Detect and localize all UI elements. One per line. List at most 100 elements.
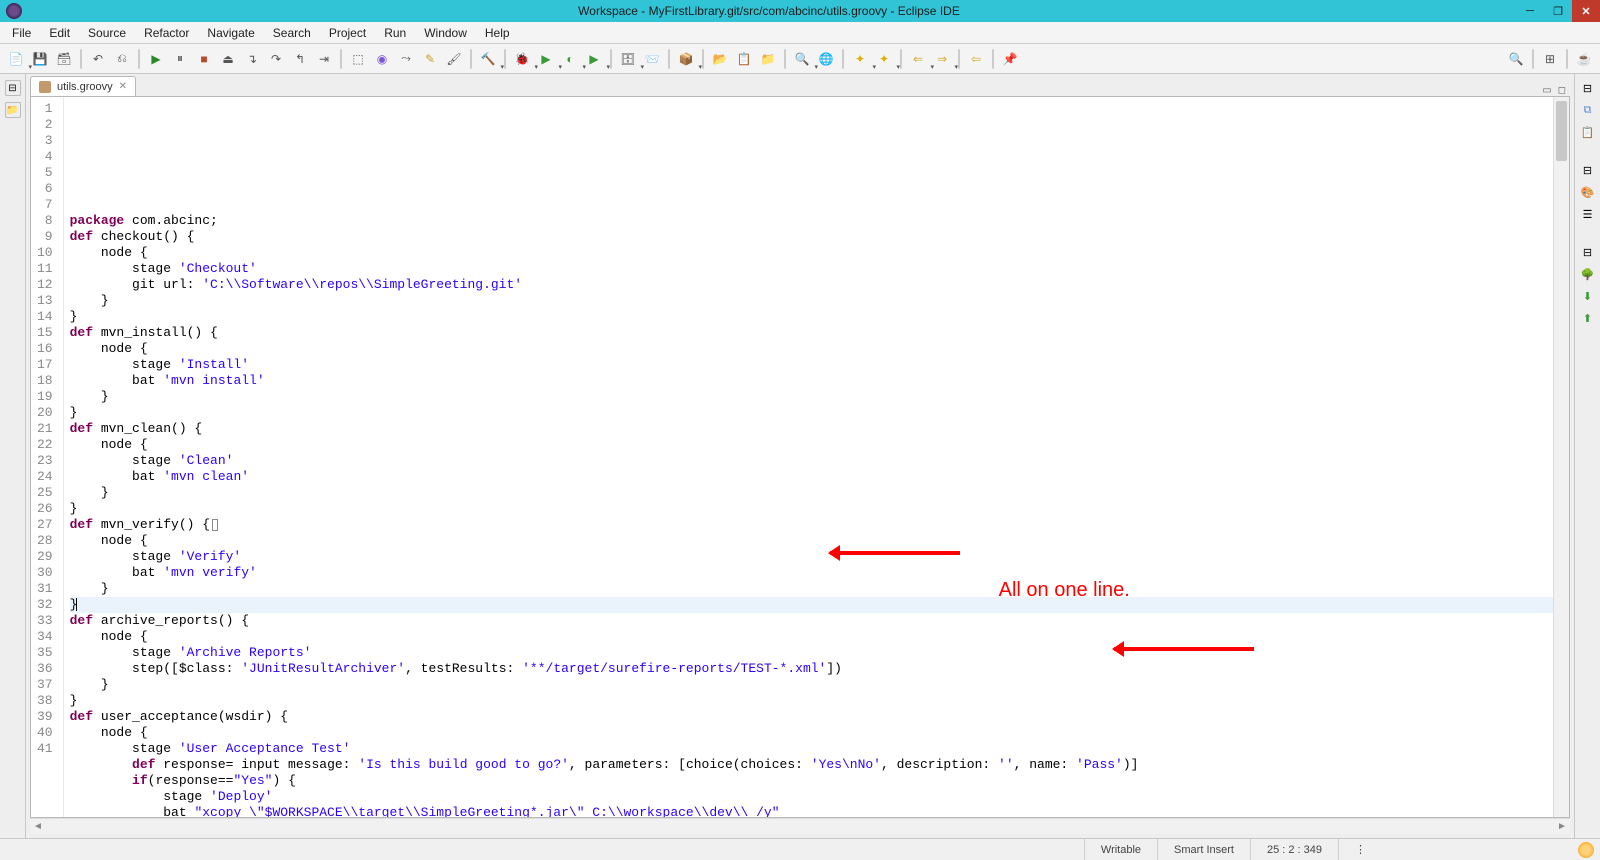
code-line[interactable]: } [70, 581, 1553, 597]
restore-view-icon[interactable]: ⊟ [1580, 244, 1596, 260]
menu-search[interactable]: Search [265, 24, 319, 42]
scroll-right-icon[interactable]: ► [1554, 821, 1570, 832]
task-list-icon[interactable]: 📋 [1580, 124, 1596, 140]
outline-icon[interactable]: ⧉ [1580, 102, 1596, 118]
code-line[interactable]: stage 'Archive Reports' [70, 645, 1553, 661]
maximize-button[interactable] [1544, 0, 1572, 22]
code-line[interactable]: } [70, 405, 1553, 421]
restore-view-icon[interactable]: ⊟ [1580, 162, 1596, 178]
code-line[interactable]: node { [70, 437, 1553, 453]
code-line[interactable]: stage 'User Acceptance Test' [70, 741, 1553, 757]
git-staging-icon[interactable]: ⬇ [1580, 288, 1596, 304]
open-resource-icon[interactable]: 📁 [758, 49, 778, 69]
open-type-icon[interactable]: 📂 [710, 49, 730, 69]
code-line[interactable]: } [70, 485, 1553, 501]
code-content[interactable]: package com.abcinc;def checkout() { node… [64, 97, 1553, 817]
skip-breakpoints-icon[interactable]: ⤳ [396, 49, 416, 69]
code-line[interactable]: stage 'Deploy' [70, 789, 1553, 805]
quick-access-icon[interactable]: 🔍 [1506, 49, 1526, 69]
web-icon[interactable]: 🌐 [816, 49, 836, 69]
breakpoint-icon[interactable]: ◉ [372, 49, 392, 69]
code-line[interactable]: node { [70, 245, 1553, 261]
code-line[interactable]: if(response=="Yes") { [70, 773, 1553, 789]
back-icon[interactable]: ⇐▾ [908, 49, 928, 69]
code-line[interactable]: } [70, 293, 1553, 309]
vertical-scrollbar[interactable] [1553, 97, 1569, 817]
next-annotation-icon[interactable]: ✦▾ [874, 49, 894, 69]
code-line[interactable]: def mvn_clean() { [70, 421, 1553, 437]
tip-of-day-icon[interactable] [1578, 842, 1594, 858]
code-line[interactable]: node { [70, 341, 1553, 357]
code-line[interactable]: stage 'Install' [70, 357, 1553, 373]
code-line[interactable]: bat 'mvn install' [70, 373, 1553, 389]
debug-icon[interactable]: 🐞▾ [512, 49, 532, 69]
debug-resume-icon[interactable]: ▶ [146, 49, 166, 69]
code-line[interactable]: git url: 'C:\\Software\\repos\\SimpleGre… [70, 277, 1553, 293]
new-icon[interactable]: 📄▾ [6, 49, 26, 69]
redo-icon[interactable]: ⎌ [112, 49, 132, 69]
coverage-icon[interactable]: ◐▾ [560, 49, 580, 69]
instruction-pointer-icon[interactable]: ⬚ [348, 49, 368, 69]
close-tab-icon[interactable]: ✕ [119, 81, 127, 92]
toggle-mark-icon[interactable]: ✦▾ [850, 49, 870, 69]
debug-stop-icon[interactable]: ■ [194, 49, 214, 69]
code-line[interactable]: bat 'mvn verify' [70, 565, 1553, 581]
code-line[interactable]: } [70, 693, 1553, 709]
step-into-icon[interactable]: ↴ [242, 49, 262, 69]
code-line[interactable]: def response= input message: 'Is this bu… [70, 757, 1553, 773]
code-line[interactable]: } [70, 597, 1553, 613]
close-button[interactable] [1572, 0, 1600, 22]
menu-window[interactable]: Window [416, 24, 475, 42]
minimize-button[interactable] [1516, 0, 1544, 22]
code-line[interactable]: } [70, 501, 1553, 517]
code-line[interactable]: def checkout() { [70, 229, 1553, 245]
code-line[interactable]: stage 'Clean' [70, 453, 1553, 469]
code-line[interactable]: bat "xcopy \"$WORKSPACE\\target\\SimpleG… [70, 805, 1553, 817]
scrollbar-thumb[interactable] [1556, 101, 1567, 161]
hierarchy-icon[interactable]: 🌳 [1580, 266, 1596, 282]
scroll-left-icon[interactable]: ◄ [30, 821, 46, 832]
dashboard-icon[interactable]: ⬆ [1580, 310, 1596, 326]
external-tools-icon[interactable]: ▶▾ [584, 49, 604, 69]
code-line[interactable]: stage 'Verify' [70, 549, 1553, 565]
menu-navigate[interactable]: Navigate [199, 24, 262, 42]
java-perspective-icon[interactable]: ☕ [1574, 49, 1594, 69]
palette-icon[interactable]: 🎨 [1580, 184, 1596, 200]
menu-project[interactable]: Project [321, 24, 374, 42]
wand-icon[interactable]: ✎ [420, 49, 440, 69]
new-package-icon[interactable]: 📦▾ [676, 49, 696, 69]
save-icon[interactable]: 💾 [30, 49, 50, 69]
undo-icon[interactable]: ↶ [88, 49, 108, 69]
paint-icon[interactable]: 🖌 [444, 49, 464, 69]
deploy-icon[interactable]: 📨 [642, 49, 662, 69]
minimize-editor-icon[interactable]: ▭ [1542, 85, 1551, 96]
code-line[interactable]: def archive_reports() { [70, 613, 1553, 629]
code-line[interactable]: } [70, 309, 1553, 325]
last-edit-icon[interactable]: ⇦ [966, 49, 986, 69]
menu-edit[interactable]: Edit [41, 24, 78, 42]
drop-to-frame-icon[interactable]: ⇥ [314, 49, 334, 69]
package-explorer-icon[interactable]: 📁 [5, 102, 21, 118]
save-all-icon[interactable]: 🗃 [54, 49, 74, 69]
menu-source[interactable]: Source [80, 24, 134, 42]
code-line[interactable]: def mvn_install() { [70, 325, 1553, 341]
properties-icon[interactable]: ☰ [1580, 206, 1596, 222]
menu-file[interactable]: File [4, 24, 39, 42]
restore-view-icon[interactable]: ⊟ [1580, 80, 1596, 96]
code-line[interactable]: package com.abcinc; [70, 213, 1553, 229]
code-line[interactable]: } [70, 389, 1553, 405]
maximize-editor-icon[interactable]: ◻ [1558, 85, 1566, 96]
menu-run[interactable]: Run [376, 24, 414, 42]
code-line[interactable]: def user_acceptance(wsdir) { [70, 709, 1553, 725]
open-task-icon[interactable]: 📋 [734, 49, 754, 69]
new-server-icon[interactable]: 🗄▾ [618, 49, 638, 69]
build-icon[interactable]: 🔨▾ [478, 49, 498, 69]
code-line[interactable]: def mvn_verify() { [70, 517, 1553, 533]
code-line[interactable]: } [70, 677, 1553, 693]
forward-icon[interactable]: ⇒▾ [932, 49, 952, 69]
code-editor[interactable]: 1234567891011121314151617181920212223242… [30, 96, 1570, 818]
debug-disconnect-icon[interactable]: ⏏ [218, 49, 238, 69]
step-return-icon[interactable]: ↰ [290, 49, 310, 69]
debug-pause-icon[interactable]: ⏸ [170, 49, 190, 69]
menu-refactor[interactable]: Refactor [136, 24, 197, 42]
